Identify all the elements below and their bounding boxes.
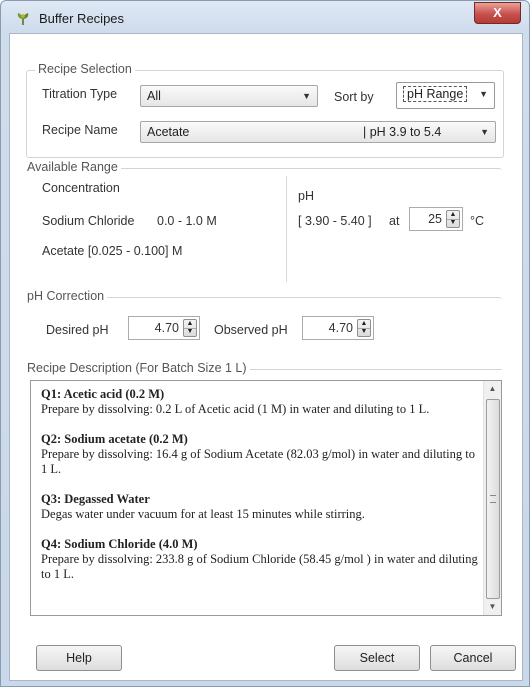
sodium-chloride-label: Sodium Chloride [42,214,135,228]
recipe-name-dropdown[interactable]: Acetate | pH 3.9 to 5.4 ▼ [140,121,496,143]
observed-ph-spin-buttons[interactable]: ▲ ▼ [357,319,371,337]
recipe-description-content: Q1: Acetic acid (0.2 M) Prepare by disso… [41,387,481,597]
recipe-item-title: Q1: Acetic acid (0.2 M) [41,387,165,401]
select-button[interactable]: Select [334,645,420,671]
desired-ph-spinner[interactable]: 4.70 ▲ ▼ [128,316,200,340]
recipe-description-group: Recipe Description (For Batch Size 1 L) [24,361,502,375]
range-divider [286,176,287,282]
scroll-down-icon[interactable]: ▼ [484,599,501,615]
chevron-down-icon: ▼ [479,89,488,99]
recipe-item: Q4: Sodium Chloride (4.0 M) Prepare by d… [41,537,481,582]
chevron-down-icon: ▼ [302,91,311,101]
temperature-spin-buttons[interactable]: ▲ ▼ [446,210,460,228]
spin-down-icon[interactable]: ▼ [358,328,370,336]
temperature-unit: °C [470,214,485,228]
window-title: Buffer Recipes [39,11,125,26]
recipe-item-title: Q3: Degassed Water [41,492,150,506]
recipe-selection-title: Recipe Selection [35,62,135,76]
recipe-item: Q2: Sodium acetate (0.2 M) Prepare by di… [41,432,481,477]
recipe-ph-range: | pH 3.9 to 5.4 [363,125,442,139]
recipe-item: Q3: Degassed Water Degas water under vac… [41,492,481,522]
grip-icon [490,495,496,503]
spin-down-icon[interactable]: ▼ [184,328,196,336]
titration-type-dropdown[interactable]: All ▼ [140,85,318,107]
description-scrollbar[interactable]: ▲ ▼ [483,381,501,615]
sort-by-label: Sort by [334,90,374,104]
ph-range-value: [ 3.90 - 5.40 ] [298,214,372,228]
titration-type-value: All [147,89,161,103]
recipe-description-title: Recipe Description (For Batch Size 1 L) [24,361,250,375]
desired-ph-label: Desired pH [46,323,109,337]
sort-by-value: pH Range [403,86,468,102]
title-bar[interactable]: Buffer Recipes X [1,1,529,35]
ph-correction-title: pH Correction [24,289,108,303]
cancel-button[interactable]: Cancel [430,645,516,671]
recipe-item-title: Q2: Sodium acetate (0.2 M) [41,432,188,446]
temperature-spinner[interactable]: 25 ▲ ▼ [409,207,463,231]
concentration-label: Concentration [42,181,120,195]
acetate-range: Acetate [0.025 - 0.100] M [42,244,183,258]
help-button[interactable]: Help [36,645,122,671]
sort-by-dropdown[interactable]: pH Range ▼ [396,82,495,109]
recipe-item-text: Degas water under vacuum for at least 15… [41,507,365,521]
recipe-item-text: Prepare by dissolving: 16.4 g of Sodium … [41,447,475,476]
recipe-description-box[interactable]: Q1: Acetic acid (0.2 M) Prepare by disso… [30,380,502,616]
sodium-chloride-range: 0.0 - 1.0 M [157,214,217,228]
temperature-value: 25 [428,212,442,226]
ph-label: pH [298,189,314,203]
recipe-item-text: Prepare by dissolving: 0.2 L of Acetic a… [41,402,430,416]
observed-ph-value: 4.70 [328,321,353,335]
close-button[interactable]: X [474,2,521,24]
available-range-title: Available Range [24,160,121,174]
recipe-item-text: Prepare by dissolving: 233.8 g of Sodium… [41,552,478,581]
recipe-item: Q1: Acetic acid (0.2 M) Prepare by disso… [41,387,481,417]
recipe-name-value: Acetate [147,125,190,139]
at-label: at [389,214,400,228]
desired-ph-spin-buttons[interactable]: ▲ ▼ [183,319,197,337]
scroll-up-icon[interactable]: ▲ [484,381,501,397]
observed-ph-spinner[interactable]: 4.70 ▲ ▼ [302,316,374,340]
ph-correction-group: pH Correction [24,289,502,346]
desired-ph-value: 4.70 [154,321,179,335]
recipe-item-title: Q4: Sodium Chloride (4.0 M) [41,537,198,551]
buffer-recipes-app-icon [17,13,29,25]
chevron-down-icon: ▼ [480,127,489,137]
scrollbar-thumb[interactable] [486,399,500,599]
recipe-name-label: Recipe Name [42,123,118,137]
observed-ph-label: Observed pH [214,323,288,337]
spin-down-icon[interactable]: ▼ [447,219,459,227]
titration-type-label: Titration Type [42,87,118,101]
